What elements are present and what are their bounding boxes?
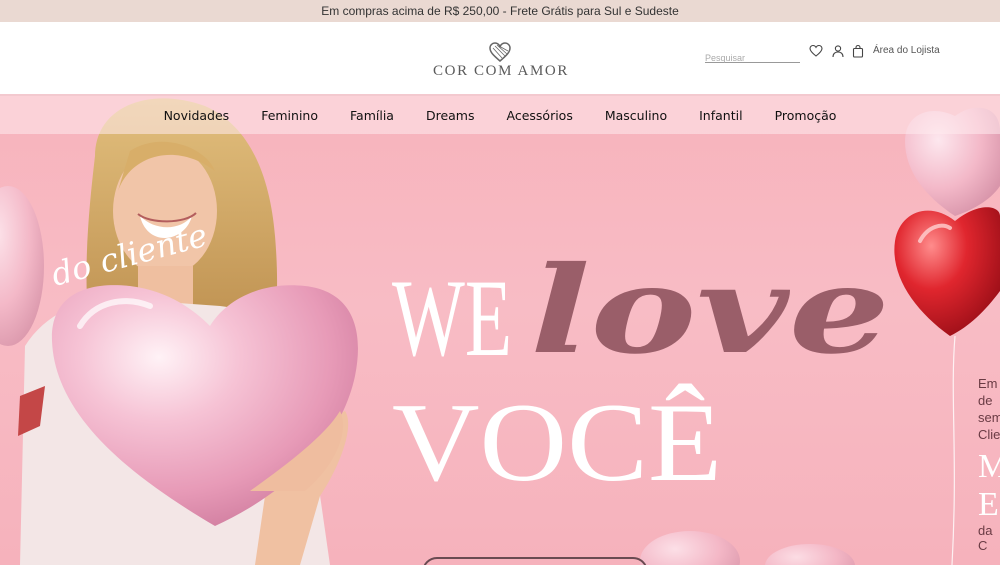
hero-headline: WE love VOCÊ (392, 240, 890, 490)
bag-icon[interactable] (851, 44, 865, 58)
side-line: Em (978, 376, 998, 391)
nav-item-promocao[interactable]: Promoção (759, 108, 853, 123)
nav-item-novidades[interactable]: Novidades (148, 108, 246, 123)
side-line: de (978, 393, 993, 408)
headline-voce: VOCÊ (392, 381, 722, 490)
nav-item-masculino[interactable]: Masculino (589, 108, 683, 123)
main-nav: Novidades Feminino Família Dreams Acessó… (0, 96, 1000, 134)
nav-item-infantil[interactable]: Infantil (683, 108, 758, 123)
logo-heart-icon (489, 42, 511, 62)
hero-cta-button[interactable] (422, 557, 648, 565)
side-big-line: M (978, 448, 1000, 485)
logo-text: COR COM AMOR (433, 63, 569, 79)
lojista-link[interactable]: Área do Lojista (873, 45, 940, 56)
side-big-line: ES (978, 486, 1000, 523)
heart-icon[interactable] (809, 44, 823, 58)
side-promo-big: M ES (978, 448, 1000, 524)
search-field[interactable] (705, 48, 800, 65)
nav-item-feminino[interactable]: Feminino (245, 108, 334, 123)
headline-we: WE (392, 257, 512, 379)
side-promo-small: da C (978, 523, 993, 553)
user-icon[interactable] (831, 44, 845, 58)
site-header: COR COM AMOR Área do Lojista (0, 22, 1000, 96)
nav-item-acessorios[interactable]: Acessórios (491, 108, 589, 123)
side-line: Clie (978, 427, 1000, 442)
side-line: sem (978, 410, 1000, 425)
headline-love: love (530, 240, 890, 381)
nav-item-familia[interactable]: Família (334, 108, 410, 123)
search-input[interactable] (705, 51, 800, 65)
nav-item-dreams[interactable]: Dreams (410, 108, 491, 123)
promo-topbar: Em compras acima de R$ 250,00 - Frete Gr… (0, 0, 1000, 22)
side-promo-text: Em de sem Clie (978, 375, 1000, 443)
promo-text: Em compras acima de R$ 250,00 - Frete Gr… (321, 4, 679, 18)
